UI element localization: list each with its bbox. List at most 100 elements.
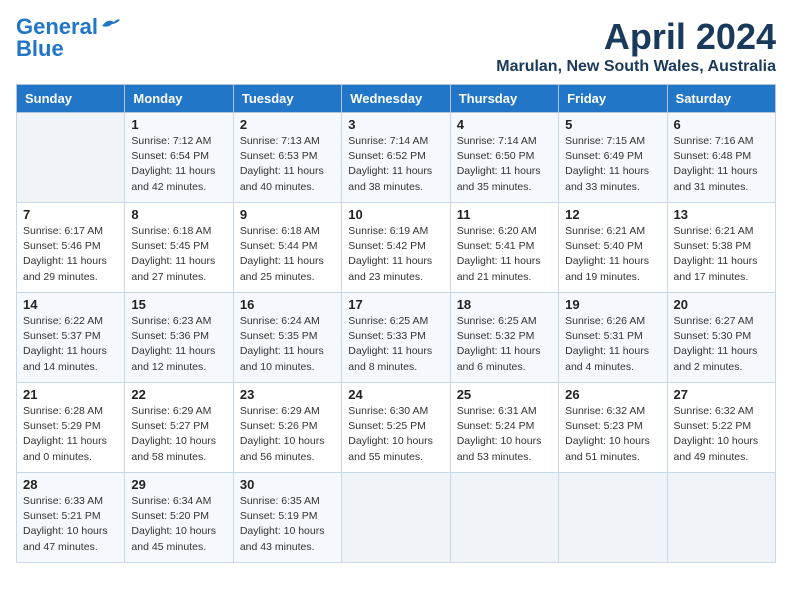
calendar-cell: 24 Sunrise: 6:30 AMSunset: 5:25 PMDayligh… (342, 383, 450, 473)
calendar-cell: 10 Sunrise: 6:19 AMSunset: 5:42 PMDayligh… (342, 203, 450, 293)
calendar-cell: 29 Sunrise: 6:34 AMSunset: 5:20 PMDayligh… (125, 473, 233, 563)
calendar-week-5: 28 Sunrise: 6:33 AMSunset: 5:21 PMDayligh… (17, 473, 776, 563)
calendar-cell: 21Sunrise: 6:28 AMSunset: 5:29 PMDayligh… (17, 383, 125, 473)
calendar-cell: 4Sunrise: 7:14 AMSunset: 6:50 PMDaylight… (450, 113, 558, 203)
day-number: 28 (23, 477, 118, 492)
day-number: 11 (457, 207, 552, 222)
day-header-friday: Friday (559, 85, 667, 113)
day-number: 14 (23, 297, 118, 312)
calendar-cell: 18 Sunrise: 6:25 AMSunset: 5:32 PMDayligh… (450, 293, 558, 383)
day-detail: Sunrise: 6:34 AMSunset: 5:20 PMDaylight:… (131, 494, 226, 555)
day-header-thursday: Thursday (450, 85, 558, 113)
calendar-cell (450, 473, 558, 563)
day-detail: Sunrise: 6:18 AMSunset: 5:44 PMDaylight:… (240, 224, 335, 285)
day-detail: Sunrise: 6:21 AMSunset: 5:40 PMDaylight:… (565, 224, 660, 285)
day-number: 13 (674, 207, 769, 222)
day-number: 5 (565, 117, 660, 132)
day-number: 12 (565, 207, 660, 222)
logo-blue-text: Blue (16, 38, 64, 60)
day-detail: Sunrise: 6:25 AMSunset: 5:33 PMDaylight:… (348, 314, 443, 375)
day-number: 18 (457, 297, 552, 312)
calendar-cell: 1 Sunrise: 7:12 AMSunset: 6:54 PMDaylight… (125, 113, 233, 203)
day-number: 27 (674, 387, 769, 402)
day-header-sunday: Sunday (17, 85, 125, 113)
calendar-cell: 27Sunrise: 6:32 AMSunset: 5:22 PMDayligh… (667, 383, 775, 473)
day-detail: Sunrise: 6:23 AMSunset: 5:36 PMDaylight:… (131, 314, 226, 375)
title-block: April 2024 Marulan, New South Wales, Aus… (496, 16, 776, 76)
day-detail: Sunrise: 6:35 AMSunset: 5:19 PMDaylight:… (240, 494, 335, 555)
day-number: 24 (348, 387, 443, 402)
day-detail: Sunrise: 7:14 AMSunset: 6:52 PMDaylight:… (348, 134, 443, 195)
calendar-cell: 12 Sunrise: 6:21 AMSunset: 5:40 PMDayligh… (559, 203, 667, 293)
day-number: 3 (348, 117, 443, 132)
day-header-wednesday: Wednesday (342, 85, 450, 113)
day-number: 8 (131, 207, 226, 222)
day-number: 26 (565, 387, 660, 402)
day-number: 30 (240, 477, 335, 492)
calendar-week-2: 7 Sunrise: 6:17 AMSunset: 5:46 PMDaylight… (17, 203, 776, 293)
logo-text: General (16, 16, 98, 38)
logo-bird-icon (100, 16, 122, 34)
day-detail: Sunrise: 6:33 AMSunset: 5:21 PMDaylight:… (23, 494, 118, 555)
logo: General Blue (16, 16, 122, 60)
day-detail: Sunrise: 6:29 AMSunset: 5:26 PMDaylight:… (240, 404, 335, 465)
calendar-week-4: 21Sunrise: 6:28 AMSunset: 5:29 PMDayligh… (17, 383, 776, 473)
day-detail: Sunrise: 7:15 AMSunset: 6:49 PMDaylight:… (565, 134, 660, 195)
day-number: 1 (131, 117, 226, 132)
calendar-cell: 28 Sunrise: 6:33 AMSunset: 5:21 PMDayligh… (17, 473, 125, 563)
day-detail: Sunrise: 6:24 AMSunset: 5:35 PMDaylight:… (240, 314, 335, 375)
day-detail: Sunrise: 6:30 AMSunset: 5:25 PMDaylight:… (348, 404, 443, 465)
day-detail: Sunrise: 6:32 AMSunset: 5:23 PMDaylight:… (565, 404, 660, 465)
day-number: 17 (348, 297, 443, 312)
day-detail: Sunrise: 6:17 AMSunset: 5:46 PMDaylight:… (23, 224, 118, 285)
month-title: April 2024 (496, 16, 776, 58)
day-header-monday: Monday (125, 85, 233, 113)
calendar-cell: 2Sunrise: 7:13 AMSunset: 6:53 PMDaylight… (233, 113, 341, 203)
day-number: 2 (240, 117, 335, 132)
page-header: General Blue April 2024 Marulan, New Sou… (16, 16, 776, 76)
calendar-week-3: 14 Sunrise: 6:22 AMSunset: 5:37 PMDayligh… (17, 293, 776, 383)
calendar-cell: 19 Sunrise: 6:26 AMSunset: 5:31 PMDayligh… (559, 293, 667, 383)
header-row: SundayMondayTuesdayWednesdayThursdayFrid… (17, 85, 776, 113)
day-number: 15 (131, 297, 226, 312)
calendar-cell: 30 Sunrise: 6:35 AMSunset: 5:19 PMDayligh… (233, 473, 341, 563)
day-detail: Sunrise: 6:29 AMSunset: 5:27 PMDaylight:… (131, 404, 226, 465)
day-detail: Sunrise: 6:28 AMSunset: 5:29 PMDaylight:… (23, 404, 118, 465)
calendar-cell: 8Sunrise: 6:18 AMSunset: 5:45 PMDaylight… (125, 203, 233, 293)
calendar-cell (342, 473, 450, 563)
calendar-cell: 14 Sunrise: 6:22 AMSunset: 5:37 PMDayligh… (17, 293, 125, 383)
calendar-cell: 15 Sunrise: 6:23 AMSunset: 5:36 PMDayligh… (125, 293, 233, 383)
day-number: 19 (565, 297, 660, 312)
calendar-cell: 20Sunrise: 6:27 AMSunset: 5:30 PMDayligh… (667, 293, 775, 383)
day-detail: Sunrise: 6:22 AMSunset: 5:37 PMDaylight:… (23, 314, 118, 375)
day-number: 7 (23, 207, 118, 222)
day-detail: Sunrise: 6:26 AMSunset: 5:31 PMDaylight:… (565, 314, 660, 375)
day-detail: Sunrise: 6:20 AMSunset: 5:41 PMDaylight:… (457, 224, 552, 285)
day-number: 4 (457, 117, 552, 132)
day-number: 10 (348, 207, 443, 222)
calendar-cell: 23Sunrise: 6:29 AMSunset: 5:26 PMDayligh… (233, 383, 341, 473)
calendar-week-1: 1 Sunrise: 7:12 AMSunset: 6:54 PMDaylight… (17, 113, 776, 203)
day-detail: Sunrise: 6:21 AMSunset: 5:38 PMDaylight:… (674, 224, 769, 285)
day-detail: Sunrise: 6:25 AMSunset: 5:32 PMDaylight:… (457, 314, 552, 375)
calendar-table: SundayMondayTuesdayWednesdayThursdayFrid… (16, 84, 776, 563)
calendar-cell: 13 Sunrise: 6:21 AMSunset: 5:38 PMDayligh… (667, 203, 775, 293)
day-number: 16 (240, 297, 335, 312)
calendar-cell: 22 Sunrise: 6:29 AMSunset: 5:27 PMDayligh… (125, 383, 233, 473)
day-number: 29 (131, 477, 226, 492)
calendar-cell (667, 473, 775, 563)
calendar-cell (17, 113, 125, 203)
day-detail: Sunrise: 6:31 AMSunset: 5:24 PMDaylight:… (457, 404, 552, 465)
calendar-cell: 26 Sunrise: 6:32 AMSunset: 5:23 PMDayligh… (559, 383, 667, 473)
day-detail: Sunrise: 7:12 AMSunset: 6:54 PMDaylight:… (131, 134, 226, 195)
calendar-cell: 3 Sunrise: 7:14 AMSunset: 6:52 PMDaylight… (342, 113, 450, 203)
day-number: 9 (240, 207, 335, 222)
day-detail: Sunrise: 7:16 AMSunset: 6:48 PMDaylight:… (674, 134, 769, 195)
day-detail: Sunrise: 6:19 AMSunset: 5:42 PMDaylight:… (348, 224, 443, 285)
day-number: 22 (131, 387, 226, 402)
calendar-cell: 5 Sunrise: 7:15 AMSunset: 6:49 PMDaylight… (559, 113, 667, 203)
calendar-cell: 11 Sunrise: 6:20 AMSunset: 5:41 PMDayligh… (450, 203, 558, 293)
calendar-cell (559, 473, 667, 563)
calendar-cell: 17 Sunrise: 6:25 AMSunset: 5:33 PMDayligh… (342, 293, 450, 383)
calendar-cell: 6Sunrise: 7:16 AMSunset: 6:48 PMDaylight… (667, 113, 775, 203)
